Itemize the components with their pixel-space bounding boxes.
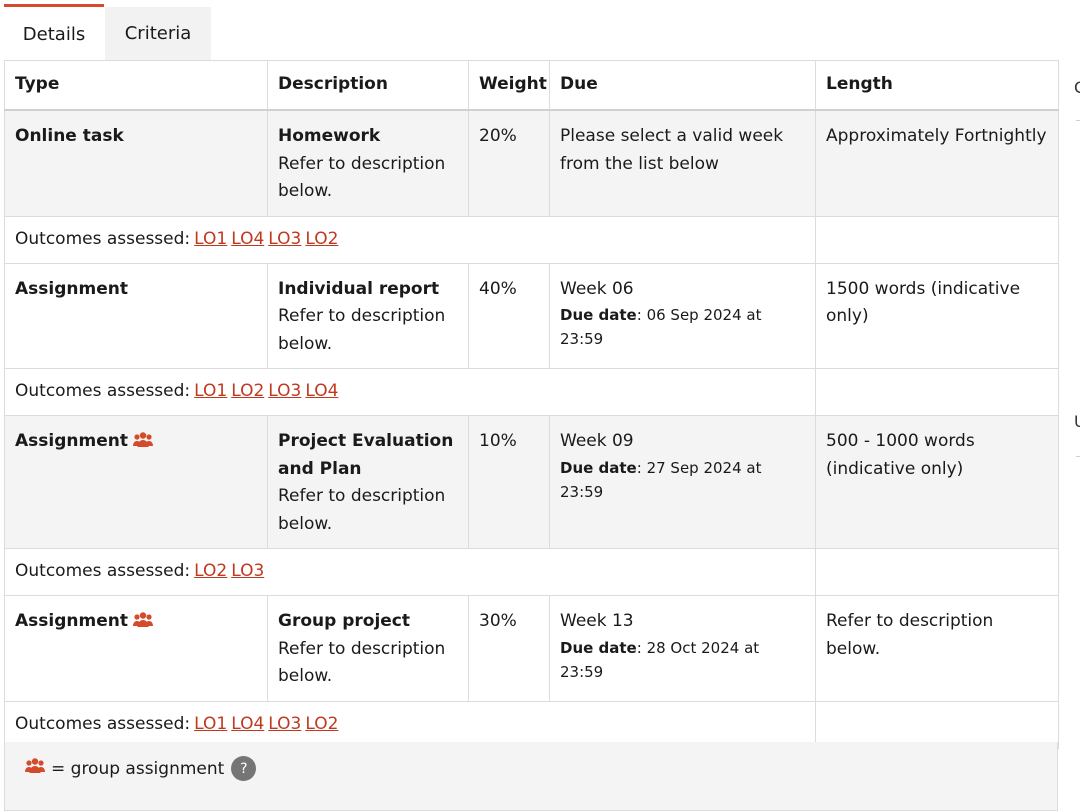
length-cell: Refer to description below. [815, 595, 1059, 702]
weight-cell: 30% [468, 595, 550, 702]
outcome-link-lo2[interactable]: LO2 [231, 381, 264, 401]
due-week: Week 09 [560, 431, 634, 451]
due-week: Week 06 [560, 278, 634, 299]
outcome-link-lo2[interactable]: LO2 [305, 229, 338, 249]
description-cell: Project Evaluation and Plan Refer to desc… [267, 415, 469, 549]
outcomes-empty-cell [815, 215, 1059, 264]
group-icon [25, 758, 45, 779]
due-cell: Week 06 Due date: 06 Sep 2024 at 23:59 [549, 262, 816, 369]
outcome-link-lo1[interactable]: LO1 [194, 229, 227, 249]
header-type: Type [4, 60, 268, 111]
group-icon [132, 430, 153, 458]
outcomes-cell: Outcomes assessed: LO1 LO4 LO3 LO2 [4, 700, 816, 749]
description-cell: Individual report Refer to description be… [267, 262, 469, 369]
outcome-link-lo4[interactable]: LO4 [231, 229, 264, 249]
outcome-link-lo1[interactable]: LO1 [194, 714, 227, 734]
outcomes-label: Outcomes assessed: [15, 713, 191, 734]
description-body: Refer to description below. [278, 486, 446, 534]
due-cell: Please select a valid week from the list… [549, 109, 816, 217]
outcomes-empty-cell [815, 368, 1059, 416]
type-cell: Assignment [4, 415, 268, 549]
header-weight: Weight [468, 60, 550, 111]
description-cell: Group project Refer to description below. [267, 595, 469, 702]
header-length: Length [815, 60, 1059, 111]
outcome-link-lo3[interactable]: LO3 [231, 561, 264, 581]
type-label: Assignment [15, 431, 128, 451]
side-fragment-2: U [1074, 412, 1080, 431]
description-title: Homework [278, 126, 381, 146]
outcomes-empty-cell [815, 700, 1059, 749]
weight-cell: 40% [468, 262, 550, 369]
outcomes-cell: Outcomes assessed: LO1 LO4 LO3 LO2 [4, 215, 816, 264]
outcome-link-lo3[interactable]: LO3 [268, 381, 301, 401]
group-legend: = group assignment ? [4, 742, 1058, 811]
outcome-link-lo3[interactable]: LO3 [268, 229, 301, 249]
table-row: Assignment Group project Refer to descrip… [4, 595, 1059, 702]
due-date-label: Due date [560, 458, 637, 477]
outcomes-row: Outcomes assessed: LO1 LO4 LO3 LO2 [4, 215, 1059, 264]
type-cell: Assignment [4, 595, 268, 702]
type-cell: Assignment [4, 262, 268, 369]
side-rule [1076, 120, 1080, 121]
outcome-link-lo2[interactable]: LO2 [194, 561, 227, 581]
outcomes-label: Outcomes assessed: [15, 228, 191, 249]
outcome-link-lo4[interactable]: LO4 [305, 381, 338, 401]
type-cell: Online task [4, 109, 268, 217]
help-icon[interactable]: ? [231, 756, 257, 781]
type-label: Assignment [15, 611, 128, 631]
tab-criteria[interactable]: Criteria [105, 7, 211, 60]
outcomes-row: Outcomes assessed: LO1 LO2 LO3 LO4 [4, 368, 1059, 416]
outcome-link-lo2[interactable]: LO2 [305, 714, 338, 734]
side-fragment-1: C [1074, 78, 1080, 97]
due-week: Please select a valid week from the list… [560, 126, 784, 174]
table-row: Assignment Project Evaluation and Plan Re… [4, 415, 1059, 549]
table-row: Assignment Individual report Refer to des… [4, 262, 1059, 369]
due-date: Due date: 27 Sep 2024 at 23:59 [560, 458, 762, 501]
description-body: Refer to description below. [278, 638, 446, 687]
type-label: Assignment [15, 278, 128, 299]
legend-text: = group assignment [51, 758, 225, 779]
length-cell: 1500 words (indicative only) [815, 262, 1059, 369]
type-label: Online task [15, 126, 124, 146]
due-date-label: Due date [560, 638, 637, 657]
due-date-label: Due date [560, 306, 637, 324]
outcomes-cell: Outcomes assessed: LO1 LO2 LO3 LO4 [4, 368, 816, 416]
table-header-row: Type Description Weight Due Length [4, 60, 1059, 111]
outcome-link-lo1[interactable]: LO1 [194, 381, 227, 401]
outcomes-label: Outcomes assessed: [15, 561, 191, 582]
description-title: Individual report [278, 278, 440, 299]
header-description: Description [267, 60, 469, 111]
weight-cell: 10% [468, 415, 550, 549]
length-cell: 500 - 1000 words (indicative only) [815, 415, 1059, 549]
due-cell: Week 13 Due date: 28 Oct 2024 at 23:59 [549, 595, 816, 702]
outcomes-row: Outcomes assessed: LO2 LO3 [4, 548, 1059, 596]
outcomes-label: Outcomes assessed: [15, 381, 191, 402]
description-body: Refer to description below. [278, 306, 446, 354]
outcome-link-lo3[interactable]: LO3 [268, 714, 301, 734]
due-week: Week 13 [560, 611, 634, 631]
group-icon [132, 610, 153, 638]
due-cell: Week 09 Due date: 27 Sep 2024 at 23:59 [549, 415, 816, 549]
description-title: Group project [278, 611, 410, 631]
due-date: Due date: 06 Sep 2024 at 23:59 [560, 306, 762, 348]
length-cell: Approximately Fortnightly [815, 109, 1059, 217]
assessment-table: Type Description Weight Due Length Onlin… [4, 60, 1059, 749]
description-title: Project Evaluation and Plan [278, 431, 454, 479]
table-row: Online task Homework Refer to description… [4, 109, 1059, 217]
description-cell: Homework Refer to description below. [267, 109, 469, 217]
outcomes-cell: Outcomes assessed: LO2 LO3 [4, 548, 816, 596]
outcomes-row: Outcomes assessed: LO1 LO4 LO3 LO2 [4, 700, 1059, 749]
side-rule [1076, 456, 1080, 457]
weight-cell: 20% [468, 109, 550, 217]
header-due: Due [549, 60, 816, 111]
outcome-link-lo4[interactable]: LO4 [231, 714, 264, 734]
outcomes-empty-cell [815, 548, 1059, 596]
due-date: Due date: 28 Oct 2024 at 23:59 [560, 638, 760, 681]
description-body: Refer to description below. [278, 153, 446, 202]
tab-details[interactable]: Details [4, 4, 104, 60]
